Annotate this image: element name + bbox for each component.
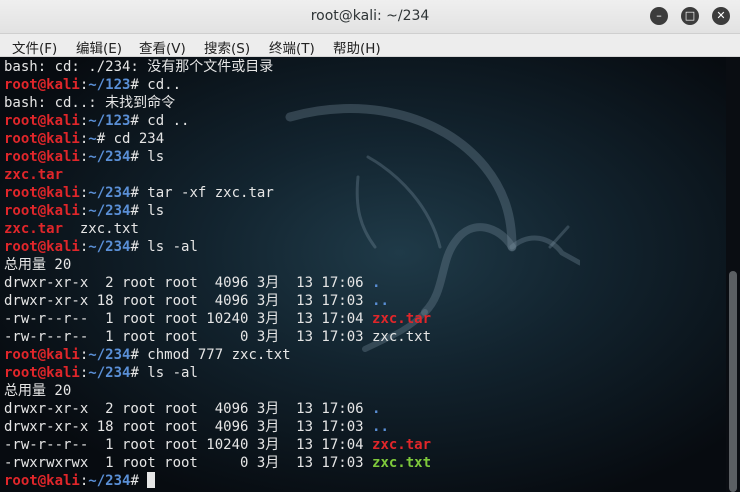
terminal-line: root@kali:~/234# ls -al xyxy=(4,364,431,382)
terminal-text: ~/234 xyxy=(88,149,131,165)
terminal-line: zxc.tar zxc.txt xyxy=(4,220,431,238)
terminal-text: zxc.txt xyxy=(63,221,139,237)
terminal-text: # ls -al xyxy=(130,239,198,255)
terminal-line: 总用量 20 xyxy=(4,256,431,274)
terminal-text: . xyxy=(372,401,381,417)
terminal-line: -rw-r--r-- 1 root root 10240 3月 13 17:04… xyxy=(4,436,431,454)
terminal-text: 总用量 20 xyxy=(4,257,72,273)
terminal-text: zxc.tar xyxy=(372,311,432,327)
terminal-text: . xyxy=(372,275,381,291)
terminal-text: drwxr-xr-x 2 root root 4096 3月 13 17:06 xyxy=(4,275,373,291)
title-bar[interactable]: root@kali: ~/234 – □ ✕ xyxy=(0,0,740,34)
terminal-text: ~/234 xyxy=(88,365,131,381)
terminal-text: # xyxy=(130,473,148,489)
terminal-text: root@kali xyxy=(4,113,80,129)
terminal-text: zxc.tar xyxy=(372,437,432,453)
terminal-area[interactable]: bash: cd: ./234: 没有那个文件或目录 root@kali:~/12… xyxy=(0,57,726,492)
terminal-text: ~/234 xyxy=(88,473,131,489)
menu-file[interactable]: 文件(F) xyxy=(12,37,57,57)
terminal-line: drwxr-xr-x 2 root root 4096 3月 13 17:06 … xyxy=(4,400,431,418)
terminal-line: root@kali:~/123# cd.. xyxy=(4,76,431,94)
terminal-line: bash: cd..: 未找到命令 xyxy=(4,94,431,112)
terminal-text: # ls xyxy=(130,149,165,165)
terminal-text: root@kali xyxy=(4,365,80,381)
menu-view[interactable]: 查看(V) xyxy=(139,37,186,57)
terminal-text: ~/234 xyxy=(88,203,131,219)
terminal-line: drwxr-xr-x 2 root root 4096 3月 13 17:06 … xyxy=(4,274,431,292)
menu-bar: 文件(F) 编辑(E) 查看(V) 搜索(S) 终端(T) 帮助(H) xyxy=(0,34,740,57)
terminal-text: bash: cd: ./234: 没有那个文件或目录 xyxy=(4,59,274,75)
terminal-text: ~ xyxy=(88,131,97,147)
terminal-text: zxc.tar xyxy=(4,221,64,237)
terminal-line: drwxr-xr-x 18 root root 4096 3月 13 17:03… xyxy=(4,292,431,310)
terminal-line: bash: cd: ./234: 没有那个文件或目录 xyxy=(4,58,431,76)
terminal-text: root@kali xyxy=(4,239,80,255)
maximize-icon[interactable]: □ xyxy=(681,7,699,25)
terminal-text: # tar -xf zxc.tar xyxy=(130,185,274,201)
terminal-line: -rw-r--r-- 1 root root 10240 3月 13 17:04… xyxy=(4,310,431,328)
terminal-text: drwxr-xr-x 18 root root 4096 3月 13 17:03 xyxy=(4,293,373,309)
terminal-text: -rw-r--r-- 1 root root 0 3月 13 17:03 zxc… xyxy=(4,329,432,345)
terminal-line: root@kali:~/234# ls xyxy=(4,148,431,166)
terminal-text: # ls xyxy=(130,203,165,219)
terminal-text: ~/123 xyxy=(88,77,131,93)
terminal-text: .. xyxy=(372,419,389,435)
terminal-line: root@kali:~/234# chmod 777 zxc.txt xyxy=(4,346,431,364)
terminal-text: root@kali xyxy=(4,77,80,93)
terminal-text: -rw-r--r-- 1 root root 10240 3月 13 17:04 xyxy=(4,311,373,327)
terminal-line: -rwxrwxrwx 1 root root 0 3月 13 17:03 zxc… xyxy=(4,454,431,472)
terminal-text: # cd .. xyxy=(130,113,190,129)
terminal-text: zxc.tar xyxy=(4,167,64,183)
terminal-text: drwxr-xr-x 2 root root 4096 3月 13 17:06 xyxy=(4,401,373,417)
terminal-text: drwxr-xr-x 18 root root 4096 3月 13 17:03 xyxy=(4,419,373,435)
terminal-text: ~/123 xyxy=(88,113,131,129)
window-title: root@kali: ~/234 xyxy=(310,8,430,24)
terminal-window: root@kali: ~/234 – □ ✕ 文件(F) 编辑(E) 查看(V)… xyxy=(0,0,740,492)
terminal-line: root@kali:~/234# ls xyxy=(4,202,431,220)
terminal-text: .. xyxy=(372,293,389,309)
terminal-text: # ls -al xyxy=(130,365,198,381)
terminal-line: root@kali:~/234# tar -xf zxc.tar xyxy=(4,184,431,202)
text-cursor xyxy=(147,472,156,488)
terminal-line: 总用量 20 xyxy=(4,382,431,400)
terminal-text: 总用量 20 xyxy=(4,383,72,399)
menu-help[interactable]: 帮助(H) xyxy=(333,37,381,57)
terminal-line: drwxr-xr-x 18 root root 4096 3月 13 17:03… xyxy=(4,418,431,436)
close-icon[interactable]: ✕ xyxy=(712,7,730,25)
terminal-text: ~/234 xyxy=(88,239,131,255)
terminal-line: root@kali:~/234# ls -al xyxy=(4,238,431,256)
terminal-text: -rw-r--r-- 1 root root 10240 3月 13 17:04 xyxy=(4,437,373,453)
terminal-text: root@kali xyxy=(4,473,80,489)
terminal-output: bash: cd: ./234: 没有那个文件或目录 root@kali:~/12… xyxy=(4,58,431,490)
scrollbar-thumb[interactable] xyxy=(729,271,737,492)
terminal-line: root@kali:~/123# cd .. xyxy=(4,112,431,130)
terminal-text: root@kali xyxy=(4,185,80,201)
terminal-text: -rwxrwxrwx 1 root root 0 3月 13 17:03 xyxy=(4,455,373,471)
minimize-icon[interactable]: – xyxy=(650,7,668,25)
terminal-line: zxc.tar xyxy=(4,166,431,184)
terminal-text: # cd.. xyxy=(130,77,182,93)
terminal-text: root@kali xyxy=(4,131,80,147)
menu-edit[interactable]: 编辑(E) xyxy=(76,37,122,57)
terminal-line: -rw-r--r-- 1 root root 0 3月 13 17:03 zxc… xyxy=(4,328,431,346)
terminal-text: ~/234 xyxy=(88,347,131,363)
terminal-text: zxc.txt xyxy=(372,455,432,471)
terminal-line: root@kali:~/234# xyxy=(4,472,431,490)
menu-terminal[interactable]: 终端(T) xyxy=(269,37,315,57)
terminal-text: # chmod 777 zxc.txt xyxy=(130,347,291,363)
terminal-text: root@kali xyxy=(4,347,80,363)
terminal-text: # cd 234 xyxy=(96,131,165,147)
terminal-text: ~/234 xyxy=(88,185,131,201)
menu-search[interactable]: 搜索(S) xyxy=(204,37,250,57)
terminal-text: bash: cd..: 未找到命令 xyxy=(4,95,176,111)
terminal-text: root@kali xyxy=(4,149,80,165)
terminal-text: root@kali xyxy=(4,203,80,219)
scrollbar[interactable] xyxy=(726,57,740,492)
terminal-line: root@kali:~# cd 234 xyxy=(4,130,431,148)
